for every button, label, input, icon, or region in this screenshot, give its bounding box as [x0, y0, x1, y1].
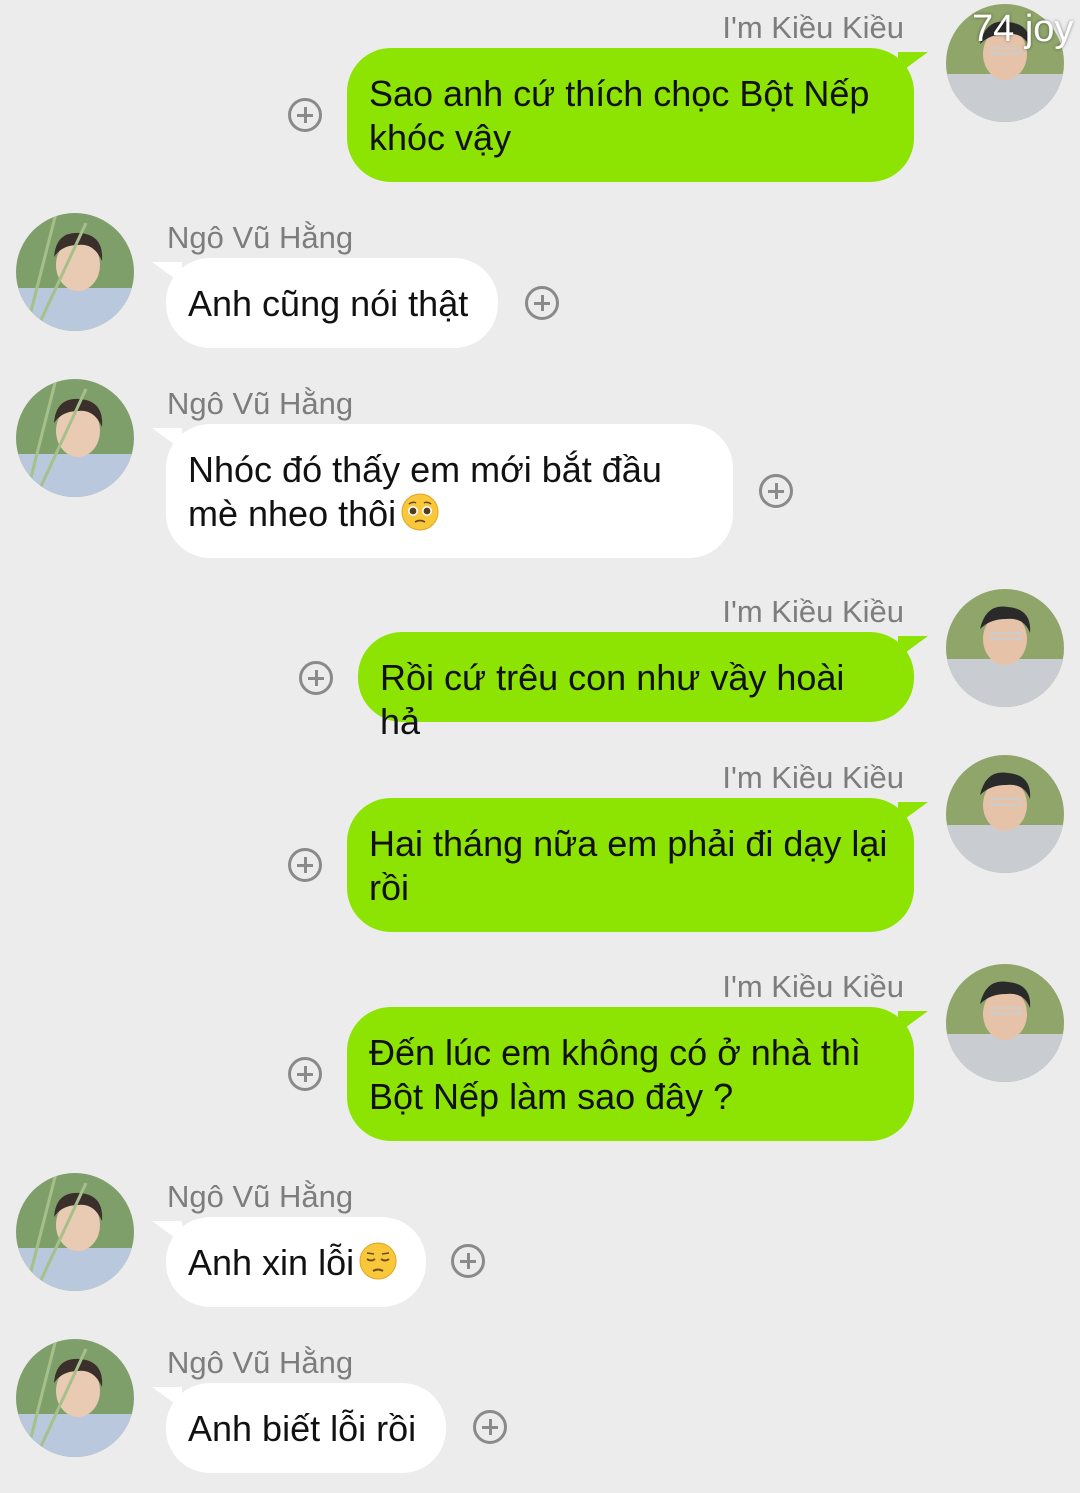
sender-avatar[interactable] [16, 1173, 134, 1291]
sender-avatar[interactable] [946, 589, 1064, 707]
sender-avatar[interactable] [946, 964, 1064, 1082]
message-line: khóc vậy [369, 117, 512, 158]
sender-name: Ngô Vũ Hằng [167, 220, 354, 255]
watermark-label: 74 joy [972, 8, 1074, 50]
message-bubble[interactable]: Anh xin lỗi [152, 1217, 426, 1307]
message-bubble[interactable]: Đến lúc em không có ở nhà thì Bột Nếp là… [347, 1007, 928, 1141]
add-reaction-icon[interactable] [451, 1244, 485, 1278]
bubble-tail [152, 428, 182, 450]
bubble-tail [898, 636, 928, 658]
add-reaction-icon[interactable] [759, 474, 793, 508]
pleading-face-emoji [401, 493, 439, 531]
pensive-face-emoji [359, 1242, 397, 1280]
add-reaction-icon[interactable] [525, 286, 559, 320]
sender-name: Ngô Vũ Hằng [167, 1179, 354, 1214]
add-reaction-icon[interactable] [288, 1057, 322, 1091]
bubble-tail [152, 1387, 182, 1409]
message-line-text: mè nheo thôi [188, 493, 397, 534]
message-bubble[interactable]: Rồi cứ trêu con như vầy hoài hả [358, 632, 928, 742]
message-line: Bột Nếp làm sao đây ? [369, 1076, 734, 1117]
add-reaction-icon[interactable] [299, 661, 333, 695]
bubble-tail [898, 802, 928, 824]
message-line: Nhóc đó thấy em mới bắt đầu [188, 449, 662, 490]
message-line: Hai tháng nữa em phải đi dạy lại [369, 823, 888, 864]
add-reaction-icon[interactable] [288, 848, 322, 882]
message-bubble[interactable]: Hai tháng nữa em phải đi dạy lại rồi [347, 798, 928, 932]
message-bubble[interactable]: Nhóc đó thấy em mới bắt đầu mè nheo thôi [152, 424, 733, 558]
message-line: Anh xin lỗi [188, 1241, 404, 1285]
sender-name: I'm Kiều Kiều [722, 969, 904, 1004]
message-bubble[interactable]: Sao anh cứ thích chọc Bột Nếp khóc vậy [347, 48, 928, 182]
bubble-tail [898, 52, 928, 74]
message-line: Rồi cứ trêu con như vầy hoài hả [380, 657, 845, 742]
sender-avatar[interactable] [16, 379, 134, 497]
sender-avatar[interactable] [946, 755, 1064, 873]
bubble-tail [898, 1011, 928, 1033]
bubble-tail [152, 1221, 182, 1243]
message-line: Sao anh cứ thích chọc Bột Nếp [369, 73, 870, 114]
bubble-tail [152, 262, 182, 284]
sender-avatar[interactable] [16, 213, 134, 331]
add-reaction-icon[interactable] [288, 98, 322, 132]
sender-name: I'm Kiều Kiều [722, 10, 904, 45]
message-bubble[interactable]: Anh cũng nói thật [152, 258, 498, 348]
message-line: Anh biết lỗi rồi [188, 1408, 417, 1449]
message-bubble[interactable]: Anh biết lỗi rồi [152, 1383, 446, 1473]
sender-name: Ngô Vũ Hằng [167, 1345, 354, 1380]
message-line: Anh cũng nói thật [188, 283, 469, 324]
sender-avatar[interactable] [16, 1339, 134, 1457]
sender-name: I'm Kiều Kiều [722, 594, 904, 629]
message-line-text: Anh xin lỗi [188, 1242, 355, 1283]
message-line: rồi [369, 867, 410, 908]
add-reaction-icon[interactable] [473, 1410, 507, 1444]
sender-name: Ngô Vũ Hằng [167, 386, 354, 421]
sender-name: I'm Kiều Kiều [722, 760, 904, 795]
message-line: Đến lúc em không có ở nhà thì [369, 1032, 861, 1073]
message-line: mè nheo thôi [188, 492, 711, 536]
